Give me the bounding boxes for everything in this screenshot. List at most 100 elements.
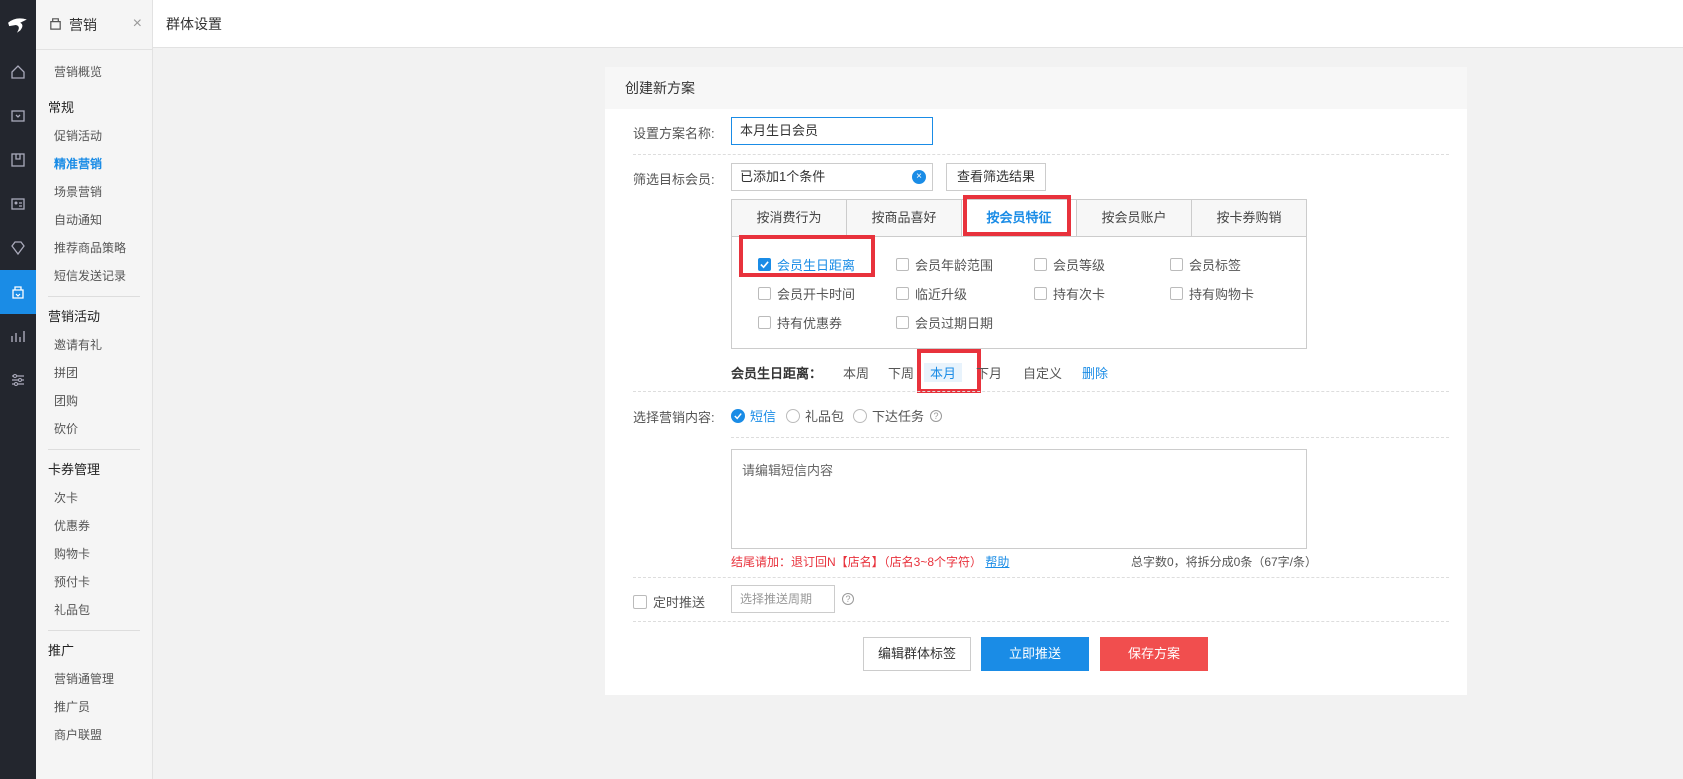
checkbox[interactable]: [758, 316, 771, 329]
logo-icon[interactable]: [0, 0, 36, 50]
tab-goods[interactable]: 按商品喜好: [847, 200, 962, 236]
option-shopping-card[interactable]: 持有购物卡: [1170, 284, 1254, 303]
tab-cards[interactable]: 按卡券购销: [1192, 200, 1306, 236]
sidebar-item[interactable]: 购物卡: [36, 540, 152, 568]
marketing-header-icon: [48, 16, 63, 34]
birthday-range-label: 会员生日距离：: [731, 366, 823, 381]
delete-link[interactable]: 删除: [1082, 363, 1108, 382]
sidebar-item[interactable]: 预付卡: [36, 568, 152, 596]
range-option-this-month[interactable]: 本月: [924, 363, 963, 382]
sidebar-item-active[interactable]: 精准营销: [36, 150, 152, 178]
member-icon[interactable]: [0, 182, 36, 226]
sidebar-item[interactable]: 商户联盟: [36, 721, 152, 749]
radio-task[interactable]: 下达任务 ?: [853, 406, 943, 425]
sidebar-item-overview[interactable]: 营销概览: [36, 58, 152, 86]
create-plan-card: 创建新方案 设置方案名称: 本月生日会员 筛选目标会员: 已添加1个条件 × 查…: [605, 67, 1467, 695]
close-icon[interactable]: ×: [133, 15, 142, 33]
highlight-box: [963, 195, 1071, 236]
option-tag[interactable]: 会员标签: [1170, 255, 1241, 274]
schedule-label: 定时推送: [653, 595, 706, 610]
divider: [633, 391, 1449, 392]
option-times-card[interactable]: 持有次卡: [1034, 284, 1105, 303]
sidebar-group-title: 常规: [48, 100, 75, 115]
help-link[interactable]: 帮助: [985, 555, 1009, 569]
filter-input[interactable]: 已添加1个条件 ×: [731, 163, 933, 191]
sidebar-item[interactable]: 短信发送记录: [36, 262, 152, 290]
option-label: 会员年龄范围: [915, 258, 994, 273]
clear-icon[interactable]: ×: [912, 170, 926, 184]
radio[interactable]: [853, 408, 867, 423]
sidebar-item[interactable]: 拼团: [36, 359, 152, 387]
edit-tag-button[interactable]: 编辑群体标签: [863, 637, 971, 671]
sidebar-item[interactable]: 优惠券: [36, 512, 152, 540]
marketing-icon[interactable]: [0, 270, 36, 314]
goods-icon[interactable]: [0, 138, 36, 182]
sidebar-item[interactable]: 场景营销: [36, 178, 152, 206]
checkbox[interactable]: [1034, 258, 1047, 271]
sidebar-item[interactable]: 自动通知: [36, 206, 152, 234]
schedule-push-toggle[interactable]: 定时推送: [633, 592, 705, 611]
card-title: 创建新方案: [605, 67, 1467, 109]
orders-icon[interactable]: [0, 94, 36, 138]
radio-label: 短信: [750, 409, 777, 424]
stats-icon[interactable]: [0, 314, 36, 358]
divider: [633, 621, 1449, 622]
sidebar-item[interactable]: 次卡: [36, 484, 152, 512]
settings-icon[interactable]: [0, 358, 36, 402]
sidebar-item[interactable]: 推荐商品策略: [36, 234, 152, 262]
sidebar-item[interactable]: 营销通管理: [36, 665, 152, 693]
checkbox[interactable]: [758, 287, 771, 300]
name-label: 设置方案名称:: [633, 126, 715, 141]
diamond-icon[interactable]: [0, 226, 36, 270]
schedule-cycle-input[interactable]: 选择推送周期: [731, 585, 835, 613]
range-option-next-week[interactable]: 下周: [888, 363, 914, 382]
checkbox[interactable]: [896, 258, 909, 271]
option-label: 临近升级: [915, 287, 968, 302]
sidebar-item[interactable]: 礼品包: [36, 596, 152, 624]
range-option-custom[interactable]: 自定义: [1023, 363, 1062, 382]
option-coupon[interactable]: 持有优惠券: [758, 313, 842, 332]
checkbox[interactable]: [633, 594, 647, 609]
sidebar-header: 营销 ×: [36, 0, 152, 50]
sidebar-item[interactable]: 推广员: [36, 693, 152, 721]
checkbox[interactable]: [896, 316, 909, 329]
range-option-this-week[interactable]: 本周: [843, 363, 869, 382]
sidebar-group-title: 营销活动: [48, 309, 101, 324]
checkbox[interactable]: [1170, 258, 1183, 271]
option-near-upgrade[interactable]: 临近升级: [896, 284, 967, 303]
divider: [633, 577, 1449, 578]
radio-gift-pack[interactable]: 礼品包: [786, 406, 844, 425]
sms-content-textarea[interactable]: 请编辑短信内容: [731, 449, 1307, 549]
range-option-next-month[interactable]: 下月: [976, 363, 1002, 382]
plan-name-input[interactable]: 本月生日会员: [731, 117, 933, 145]
highlight-box: [739, 235, 875, 277]
sidebar-group-title: 卡券管理: [48, 462, 101, 477]
view-results-button[interactable]: 查看筛选结果: [946, 163, 1046, 191]
sidebar-item[interactable]: 促销活动: [36, 122, 152, 150]
sidebar-item[interactable]: 团购: [36, 387, 152, 415]
option-open-time[interactable]: 会员开卡时间: [758, 284, 855, 303]
help-icon[interactable]: ?: [930, 409, 943, 422]
tab-member-account[interactable]: 按会员账户: [1077, 200, 1192, 236]
divider: [731, 437, 1449, 438]
option-expiry-date[interactable]: 会员过期日期: [896, 313, 993, 332]
home-icon[interactable]: [0, 50, 36, 94]
radio-checked[interactable]: [731, 408, 745, 423]
help-icon[interactable]: ?: [842, 593, 854, 605]
radio-sms[interactable]: 短信: [731, 406, 776, 425]
option-age-range[interactable]: 会员年龄范围: [896, 255, 993, 274]
tab-consumption[interactable]: 按消费行为: [732, 200, 847, 236]
checkbox[interactable]: [896, 287, 909, 300]
icon-rail: [0, 0, 36, 779]
divider: [633, 154, 1449, 155]
radio[interactable]: [786, 408, 800, 423]
sidebar-item[interactable]: 邀请有礼: [36, 331, 152, 359]
sidebar: 营销 × 营销概览 常规 促销活动 精准营销 场景营销 自动通知 推荐商品策略 …: [36, 0, 153, 779]
option-label: 会员过期日期: [915, 316, 994, 331]
save-plan-button[interactable]: 保存方案: [1100, 637, 1208, 671]
option-level[interactable]: 会员等级: [1034, 255, 1105, 274]
sidebar-item[interactable]: 砍价: [36, 415, 152, 443]
push-now-button[interactable]: 立即推送: [981, 637, 1089, 671]
checkbox[interactable]: [1170, 287, 1183, 300]
checkbox[interactable]: [1034, 287, 1047, 300]
